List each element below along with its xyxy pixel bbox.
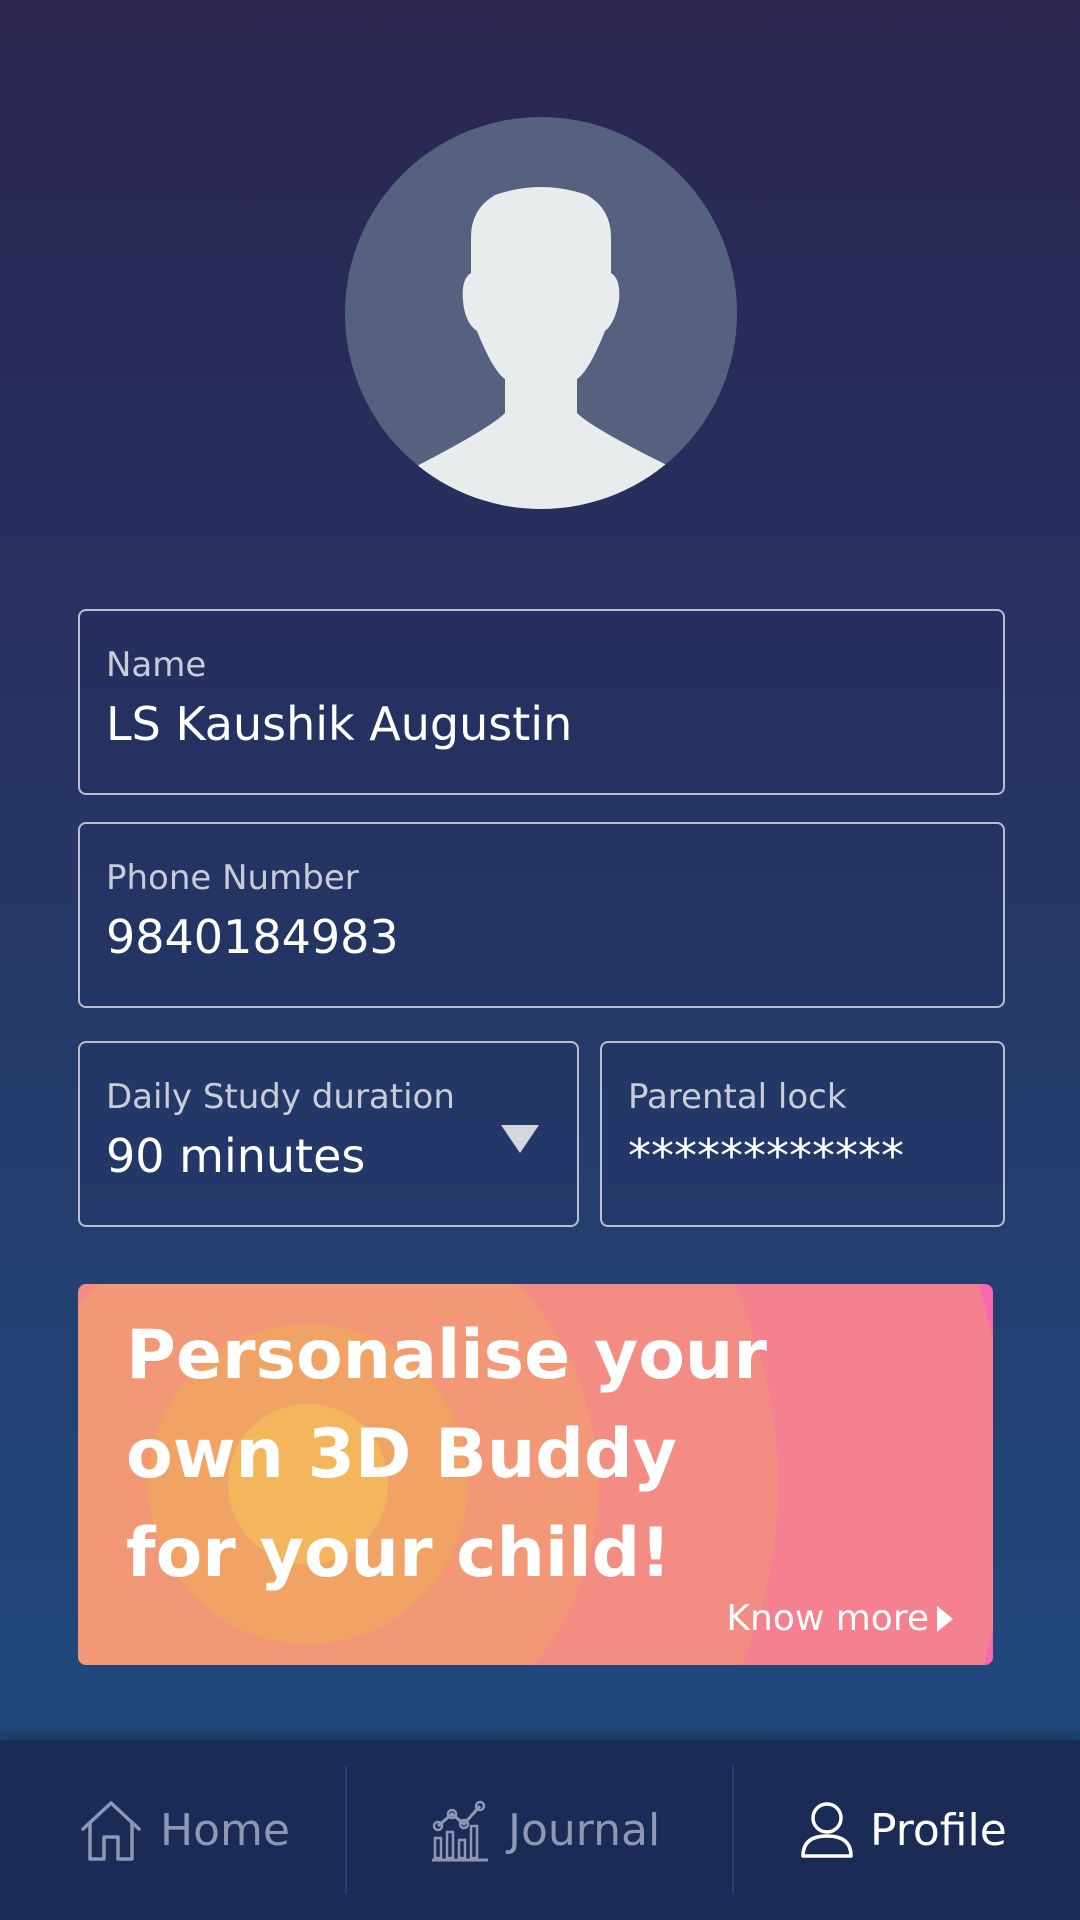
nav-journal-label: Journal bbox=[508, 1804, 661, 1856]
bottom-nav: Home Journal Profile bbox=[0, 1740, 1080, 1920]
know-more-link[interactable]: Know more bbox=[726, 1598, 953, 1639]
nav-profile[interactable]: Profile bbox=[800, 1740, 1007, 1920]
study-duration-select[interactable]: Daily Study duration 90 minutes bbox=[78, 1041, 579, 1227]
name-value[interactable]: LS Kaushik Augustin bbox=[106, 697, 572, 751]
promo-line-1: Personalise your bbox=[126, 1316, 767, 1395]
nav-divider bbox=[732, 1766, 734, 1894]
play-arrow-icon bbox=[937, 1605, 953, 1632]
chevron-down-icon[interactable] bbox=[501, 1125, 539, 1153]
nav-journal[interactable]: Journal bbox=[432, 1740, 660, 1920]
phone-value[interactable]: 9840184983 bbox=[106, 910, 399, 964]
nav-home[interactable]: Home bbox=[78, 1740, 290, 1920]
nav-divider bbox=[345, 1766, 347, 1894]
nav-profile-label: Profile bbox=[870, 1804, 1007, 1856]
name-label: Name bbox=[106, 645, 207, 685]
nav-home-label: Home bbox=[160, 1804, 290, 1856]
profile-avatar[interactable] bbox=[345, 117, 737, 509]
study-duration-label: Daily Study duration bbox=[106, 1077, 455, 1117]
promo-title: Personalise your own 3D Buddy for your c… bbox=[126, 1306, 826, 1603]
promo-line-2: own 3D Buddy bbox=[126, 1415, 677, 1494]
study-duration-value: 90 minutes bbox=[106, 1129, 366, 1183]
parental-lock-label: Parental lock bbox=[628, 1077, 847, 1117]
phone-label: Phone Number bbox=[106, 858, 359, 898]
promo-line-3: for your child! bbox=[126, 1514, 672, 1593]
know-more-label: Know more bbox=[726, 1598, 929, 1639]
buddy-promo-banner[interactable]: Personalise your own 3D Buddy for your c… bbox=[78, 1284, 993, 1665]
user-silhouette-icon bbox=[411, 187, 675, 509]
parental-lock-field[interactable]: Parental lock ************ bbox=[600, 1041, 1005, 1227]
name-field[interactable]: Name LS Kaushik Augustin bbox=[78, 609, 1005, 795]
parental-lock-value[interactable]: ************ bbox=[628, 1129, 904, 1183]
chart-icon bbox=[432, 1798, 492, 1862]
user-icon bbox=[800, 1800, 854, 1860]
phone-field[interactable]: Phone Number 9840184983 bbox=[78, 822, 1005, 1008]
home-icon bbox=[78, 1797, 144, 1863]
